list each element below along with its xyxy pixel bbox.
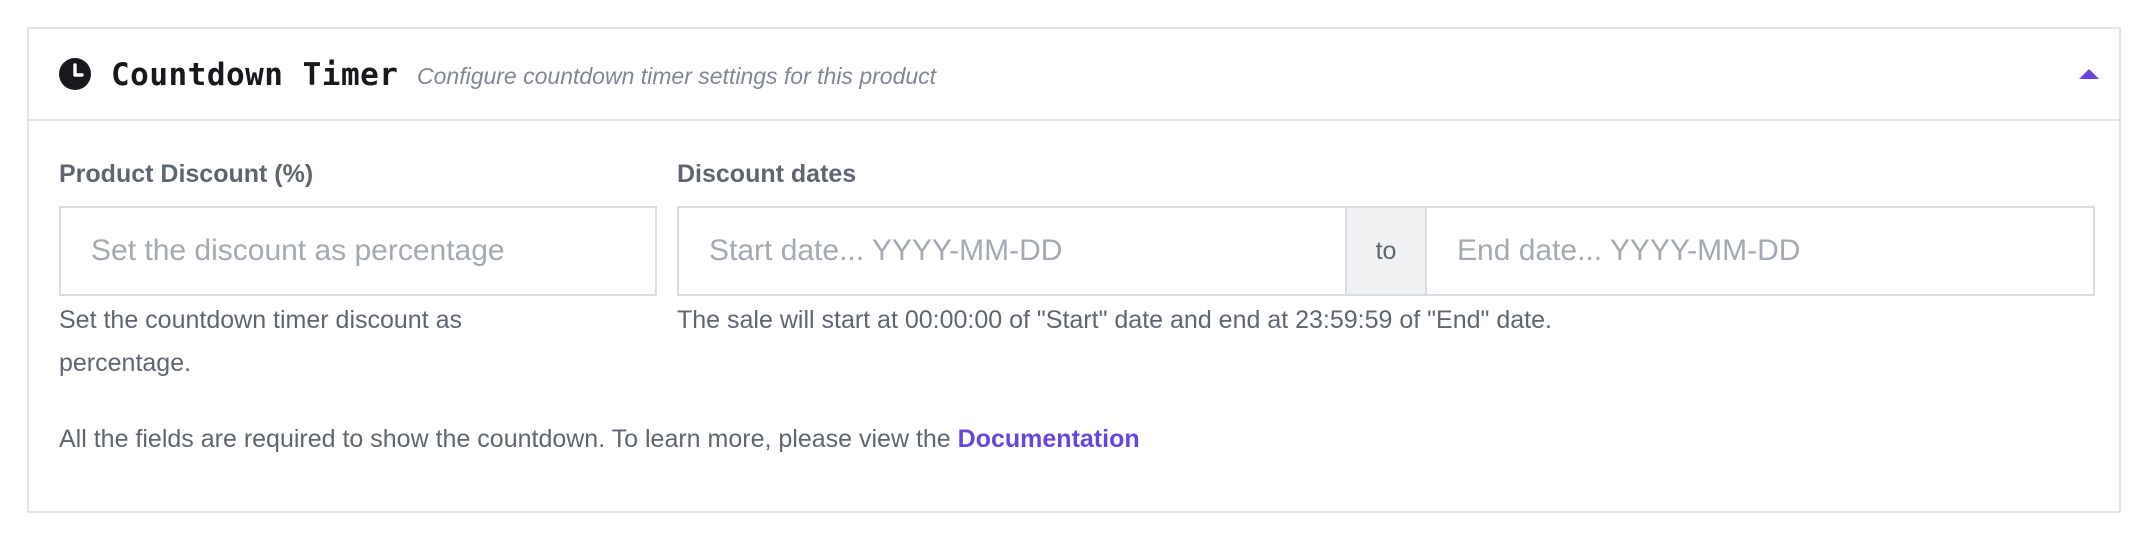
discount-label: Product Discount (%) (59, 160, 314, 188)
collapse-toggle[interactable] (2069, 59, 2109, 89)
countdown-timer-panel: Countdown Timer Configure countdown time… (27, 27, 2121, 513)
discount-input[interactable] (59, 206, 657, 296)
panel-title: Countdown Timer (111, 57, 399, 93)
discount-dates-label: Discount dates (677, 160, 857, 188)
clock-icon (58, 57, 92, 91)
dates-help-text: The sale will start at 00:00:00 of "Star… (677, 306, 1552, 334)
start-date-input[interactable] (677, 206, 1347, 296)
documentation-link[interactable]: Documentation (958, 425, 1140, 453)
date-range-separator: to (1347, 206, 1425, 296)
end-date-input[interactable] (1425, 206, 2095, 296)
panel-subtitle: Configure countdown timer settings for t… (417, 63, 937, 89)
footer-note: All the fields are required to show the … (59, 419, 1140, 459)
footer-note-text: All the fields are required to show the … (59, 425, 951, 453)
panel-header[interactable]: Countdown Timer Configure countdown time… (29, 29, 2119, 121)
discount-help-text: Set the countdown timer discount as perc… (59, 306, 463, 377)
chevron-up-icon (2079, 69, 2099, 79)
